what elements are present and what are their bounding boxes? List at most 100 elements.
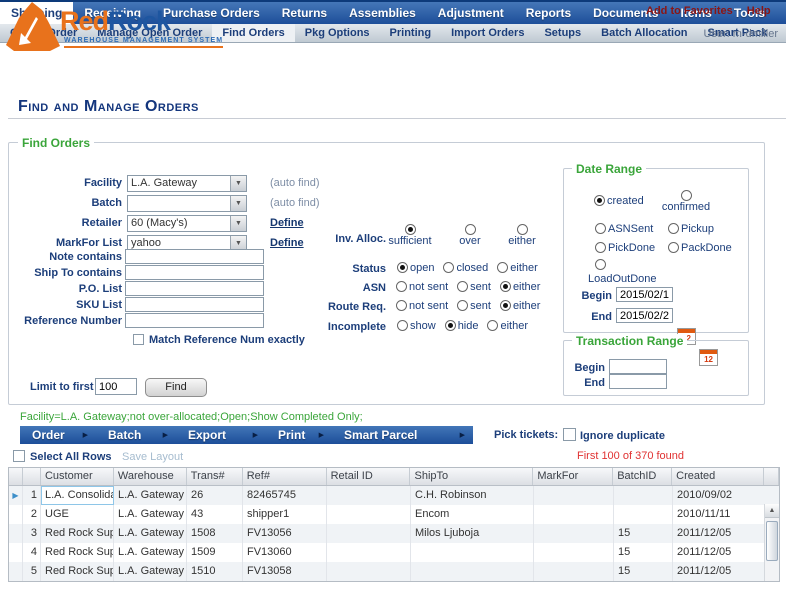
cell[interactable] xyxy=(534,486,614,505)
table-row[interactable]: 5 Red Rock Supp L.A. Gateway 1510 FV1305… xyxy=(9,562,779,581)
date-begin-input[interactable] xyxy=(616,287,673,302)
cell[interactable] xyxy=(614,486,673,505)
chevron-down-icon[interactable]: ▼ xyxy=(230,196,246,211)
sku-list-input[interactable] xyxy=(125,297,264,312)
cell[interactable]: 1509 xyxy=(187,543,243,562)
col-warehouse[interactable]: Warehouse xyxy=(114,468,187,485)
smart-parcel-menu-button[interactable]: Smart Parcel▶ xyxy=(332,426,473,444)
cell[interactable]: L.A. Gateway xyxy=(114,486,187,505)
batch-select[interactable]: ▼ xyxy=(127,195,247,212)
subtab-batch-allocation[interactable]: Batch Allocation xyxy=(591,24,697,42)
cell[interactable] xyxy=(614,505,673,524)
col-markfor[interactable]: MarkFor xyxy=(533,468,613,485)
cell[interactable]: 15 xyxy=(614,562,673,581)
cell[interactable]: L.A. Gateway xyxy=(114,524,187,543)
limit-input[interactable] xyxy=(95,378,137,395)
col-batchid[interactable]: BatchID xyxy=(613,468,672,485)
select-all-rows-checkbox[interactable] xyxy=(13,450,25,462)
status-option-closed[interactable]: closed xyxy=(443,262,488,274)
cell[interactable]: C.H. Robinson xyxy=(411,486,534,505)
date-option-pickup[interactable]: Pickup xyxy=(668,223,714,235)
cell[interactable]: 2011/12/05 xyxy=(673,562,765,581)
date-option-confirmed[interactable]: confirmed xyxy=(655,190,717,213)
cell[interactable]: 15 xyxy=(614,543,673,562)
print-menu-button[interactable]: Print▶ xyxy=(266,426,332,444)
cell[interactable]: 2010/11/11 xyxy=(673,505,765,524)
tab-assemblies[interactable]: Assemblies xyxy=(338,2,427,24)
batch-menu-button[interactable]: Batch▶ xyxy=(96,426,176,444)
table-row[interactable]: ▶ 1 L.A. Consolidat L.A. Gateway 26 8246… xyxy=(9,486,779,505)
incomplete-option-show[interactable]: show xyxy=(397,320,436,332)
cell[interactable]: L.A. Consolidat xyxy=(41,486,114,505)
po-list-input[interactable] xyxy=(125,281,264,296)
table-row[interactable]: 2 UGE L.A. Gateway 43 shipper1 Encom 201… xyxy=(9,505,779,524)
retailer-define-link[interactable]: Define xyxy=(270,217,304,229)
cell[interactable]: 1508 xyxy=(187,524,243,543)
scroll-up-button[interactable]: ▲ xyxy=(765,504,779,518)
route-req-option-either[interactable]: either xyxy=(500,300,541,312)
asn-option-sent[interactable]: sent xyxy=(457,281,491,293)
facility-select[interactable]: L.A. Gateway▼ xyxy=(127,175,247,192)
col-shipto[interactable]: ShipTo xyxy=(410,468,533,485)
table-row[interactable]: 4 Red Rock Supp L.A. Gateway 1509 FV1306… xyxy=(9,543,779,562)
subtab-setups[interactable]: Setups xyxy=(534,24,591,42)
cell[interactable] xyxy=(327,543,411,562)
date-option-packdone[interactable]: PackDone xyxy=(668,242,732,254)
cell[interactable] xyxy=(534,505,614,524)
inv-alloc-option-either[interactable]: either xyxy=(503,224,541,247)
chevron-down-icon[interactable]: ▼ xyxy=(230,216,246,231)
subtab-printing[interactable]: Printing xyxy=(380,24,442,42)
subtab-pkg-options[interactable]: Pkg Options xyxy=(295,24,380,42)
txn-end-input[interactable] xyxy=(609,374,667,389)
reference-number-input[interactable] xyxy=(125,313,264,328)
note-contains-input[interactable] xyxy=(125,249,264,264)
col-trans[interactable]: Trans# xyxy=(187,468,243,485)
cell[interactable]: 1510 xyxy=(187,562,243,581)
cell[interactable]: FV13056 xyxy=(243,524,327,543)
cell[interactable]: Red Rock Supp xyxy=(41,562,114,581)
date-option-loadoutdone[interactable] xyxy=(595,259,606,271)
cell[interactable]: 2011/12/05 xyxy=(673,543,765,562)
status-option-open[interactable]: open xyxy=(397,262,434,274)
cell[interactable]: FV13060 xyxy=(243,543,327,562)
vertical-scrollbar[interactable]: ▲ xyxy=(764,504,779,581)
markfor-define-link[interactable]: Define xyxy=(270,237,304,249)
status-option-either[interactable]: either xyxy=(497,262,538,274)
retailer-select[interactable]: 60 (Macy's)▼ xyxy=(127,215,247,232)
col-customer[interactable]: Customer xyxy=(41,468,114,485)
cell[interactable]: L.A. Gateway xyxy=(114,562,187,581)
asn-option-either[interactable]: either xyxy=(500,281,541,293)
cell[interactable] xyxy=(534,543,614,562)
tab-reports[interactable]: Reports xyxy=(515,2,582,24)
date-option-asnsent[interactable]: ASNSent xyxy=(595,223,653,235)
save-layout-link[interactable]: Save Layout xyxy=(122,451,183,463)
cell[interactable]: Milos Ljuboja xyxy=(411,524,534,543)
ignore-duplicate-checkbox[interactable] xyxy=(563,428,576,441)
table-row[interactable]: 3 Red Rock Supp L.A. Gateway 1508 FV1305… xyxy=(9,524,779,543)
subtab-find-orders[interactable]: Find Orders xyxy=(212,24,294,42)
txn-begin-input[interactable] xyxy=(609,359,667,374)
match-reference-checkbox[interactable] xyxy=(133,334,144,345)
col-ref[interactable]: Ref# xyxy=(243,468,327,485)
cell[interactable]: UGE xyxy=(41,505,114,524)
cell[interactable] xyxy=(327,562,411,581)
find-button[interactable]: Find xyxy=(145,378,207,397)
inv-alloc-option-over[interactable]: over xyxy=(453,224,487,247)
cell[interactable] xyxy=(327,505,411,524)
export-menu-button[interactable]: Export▶ xyxy=(176,426,266,444)
cell[interactable] xyxy=(327,486,411,505)
inv-alloc-option-sufficient[interactable]: sufficient xyxy=(383,224,437,247)
cell[interactable]: 15 xyxy=(614,524,673,543)
cell[interactable]: L.A. Gateway xyxy=(114,505,187,524)
add-to-favorites-link[interactable]: Add to Favorites xyxy=(646,5,733,17)
date-end-input[interactable] xyxy=(616,308,673,323)
cell[interactable] xyxy=(411,543,534,562)
cell[interactable]: 2011/12/05 xyxy=(673,524,765,543)
route-req-option-not-sent[interactable]: not sent xyxy=(396,300,448,312)
col-retail-id[interactable]: Retail ID xyxy=(327,468,411,485)
asn-option-not-sent[interactable]: not sent xyxy=(396,281,448,293)
cell[interactable]: 2010/09/02 xyxy=(673,486,765,505)
cell[interactable]: 26 xyxy=(187,486,243,505)
subtab-import-orders[interactable]: Import Orders xyxy=(441,24,534,42)
cell[interactable]: shipper1 xyxy=(243,505,327,524)
